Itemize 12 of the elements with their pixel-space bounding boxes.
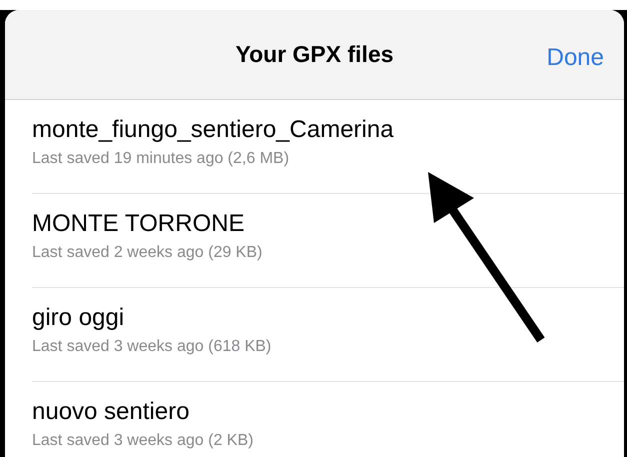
done-button[interactable]: Done [546,40,604,76]
file-name: giro oggi [32,303,126,333]
file-details: Last saved 3 weeks ago (618 KB) [32,337,272,357]
file-details: Last saved 3 weeks ago (2 KB) [32,431,254,451]
file-row[interactable]: giro oggi Last saved 3 weeks ago (618 KB) [32,288,624,382]
sheet-title: Your GPX files [235,40,394,70]
file-name: monte_fiungo_sentiero_Camerina [32,115,395,145]
file-row[interactable]: nuovo sentiero Last saved 3 weeks ago (2 KB) [32,382,624,457]
file-name: nuovo sentiero [32,397,190,427]
file-name: MONTE TORRONE [32,209,246,239]
file-details: Last saved 19 minutes ago (2,6 MB) [32,149,290,169]
file-details: Last saved 2 weeks ago (29 KB) [32,243,264,263]
